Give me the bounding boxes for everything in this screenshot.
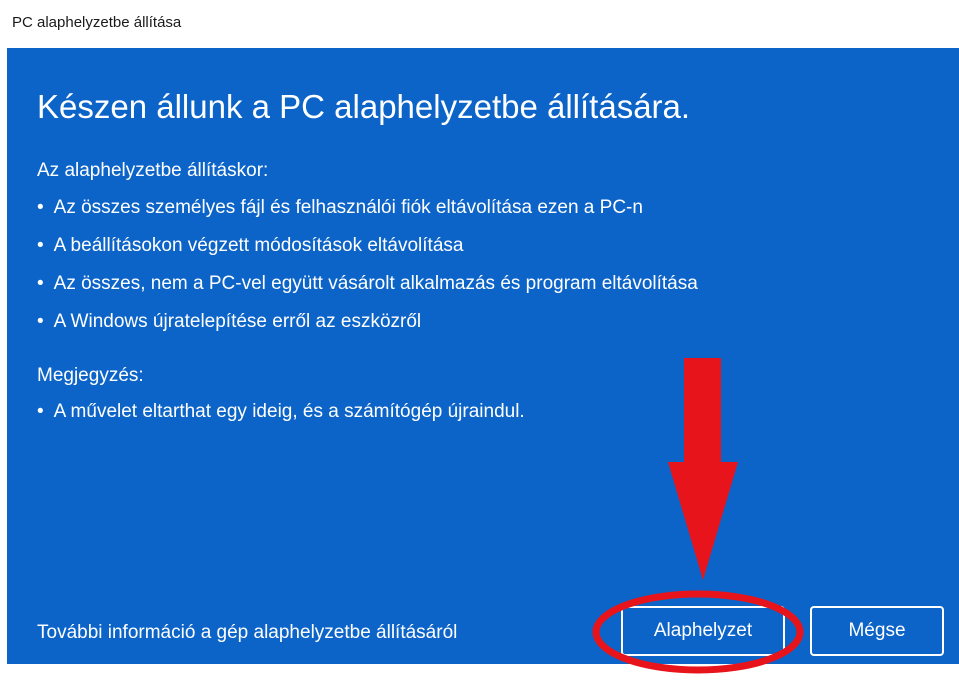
list-item: • A Windows újratelepítése erről az eszkö… <box>37 311 421 333</box>
more-info-link[interactable]: További információ a gép alaphelyzetbe á… <box>37 622 457 644</box>
reset-section-label: Az alaphelyzetbe állításkor: <box>37 160 269 181</box>
page-title: Készen állunk a PC alaphelyzetbe állítás… <box>37 88 691 125</box>
cancel-button[interactable]: Mégse <box>810 606 944 656</box>
reset-button[interactable]: Alaphelyzet <box>621 606 785 656</box>
window-title: PC alaphelyzetbe állítása <box>12 14 182 31</box>
list-item-text: Az összes személyes fájl és felhasználói… <box>53 197 643 218</box>
list-item: • Az összes, nem a PC-vel együtt vásárolt… <box>37 273 698 295</box>
note-item-text: A művelet eltarthat egy ideig, és a szám… <box>53 401 525 422</box>
bullet-icon: • <box>37 235 44 256</box>
bullet-icon: • <box>37 401 44 422</box>
reset-pc-window: PC alaphelyzetbe állítása Készen állunk … <box>0 0 959 682</box>
list-item-text: Az összes, nem a PC-vel együtt vásárolt … <box>53 273 698 294</box>
title-bar: PC alaphelyzetbe állítása <box>0 0 959 48</box>
reset-confirmation-panel: Készen állunk a PC alaphelyzetbe állítás… <box>7 48 959 664</box>
list-item: • A beállításokon végzett módosítások elt… <box>37 235 463 257</box>
bullet-icon: • <box>37 273 44 294</box>
bullet-icon: • <box>37 311 44 332</box>
note-label: Megjegyzés: <box>37 365 144 386</box>
bullet-icon: • <box>37 197 44 218</box>
list-item-text: A Windows újratelepítése erről az eszköz… <box>53 311 422 332</box>
note-item: • A művelet eltarthat egy ideig, és a szá… <box>37 401 525 423</box>
list-item-text: A beállításokon végzett módosítások eltá… <box>53 235 464 256</box>
window-bottom-edge <box>0 664 959 682</box>
list-item: • Az összes személyes fájl és felhasználó… <box>37 197 643 219</box>
